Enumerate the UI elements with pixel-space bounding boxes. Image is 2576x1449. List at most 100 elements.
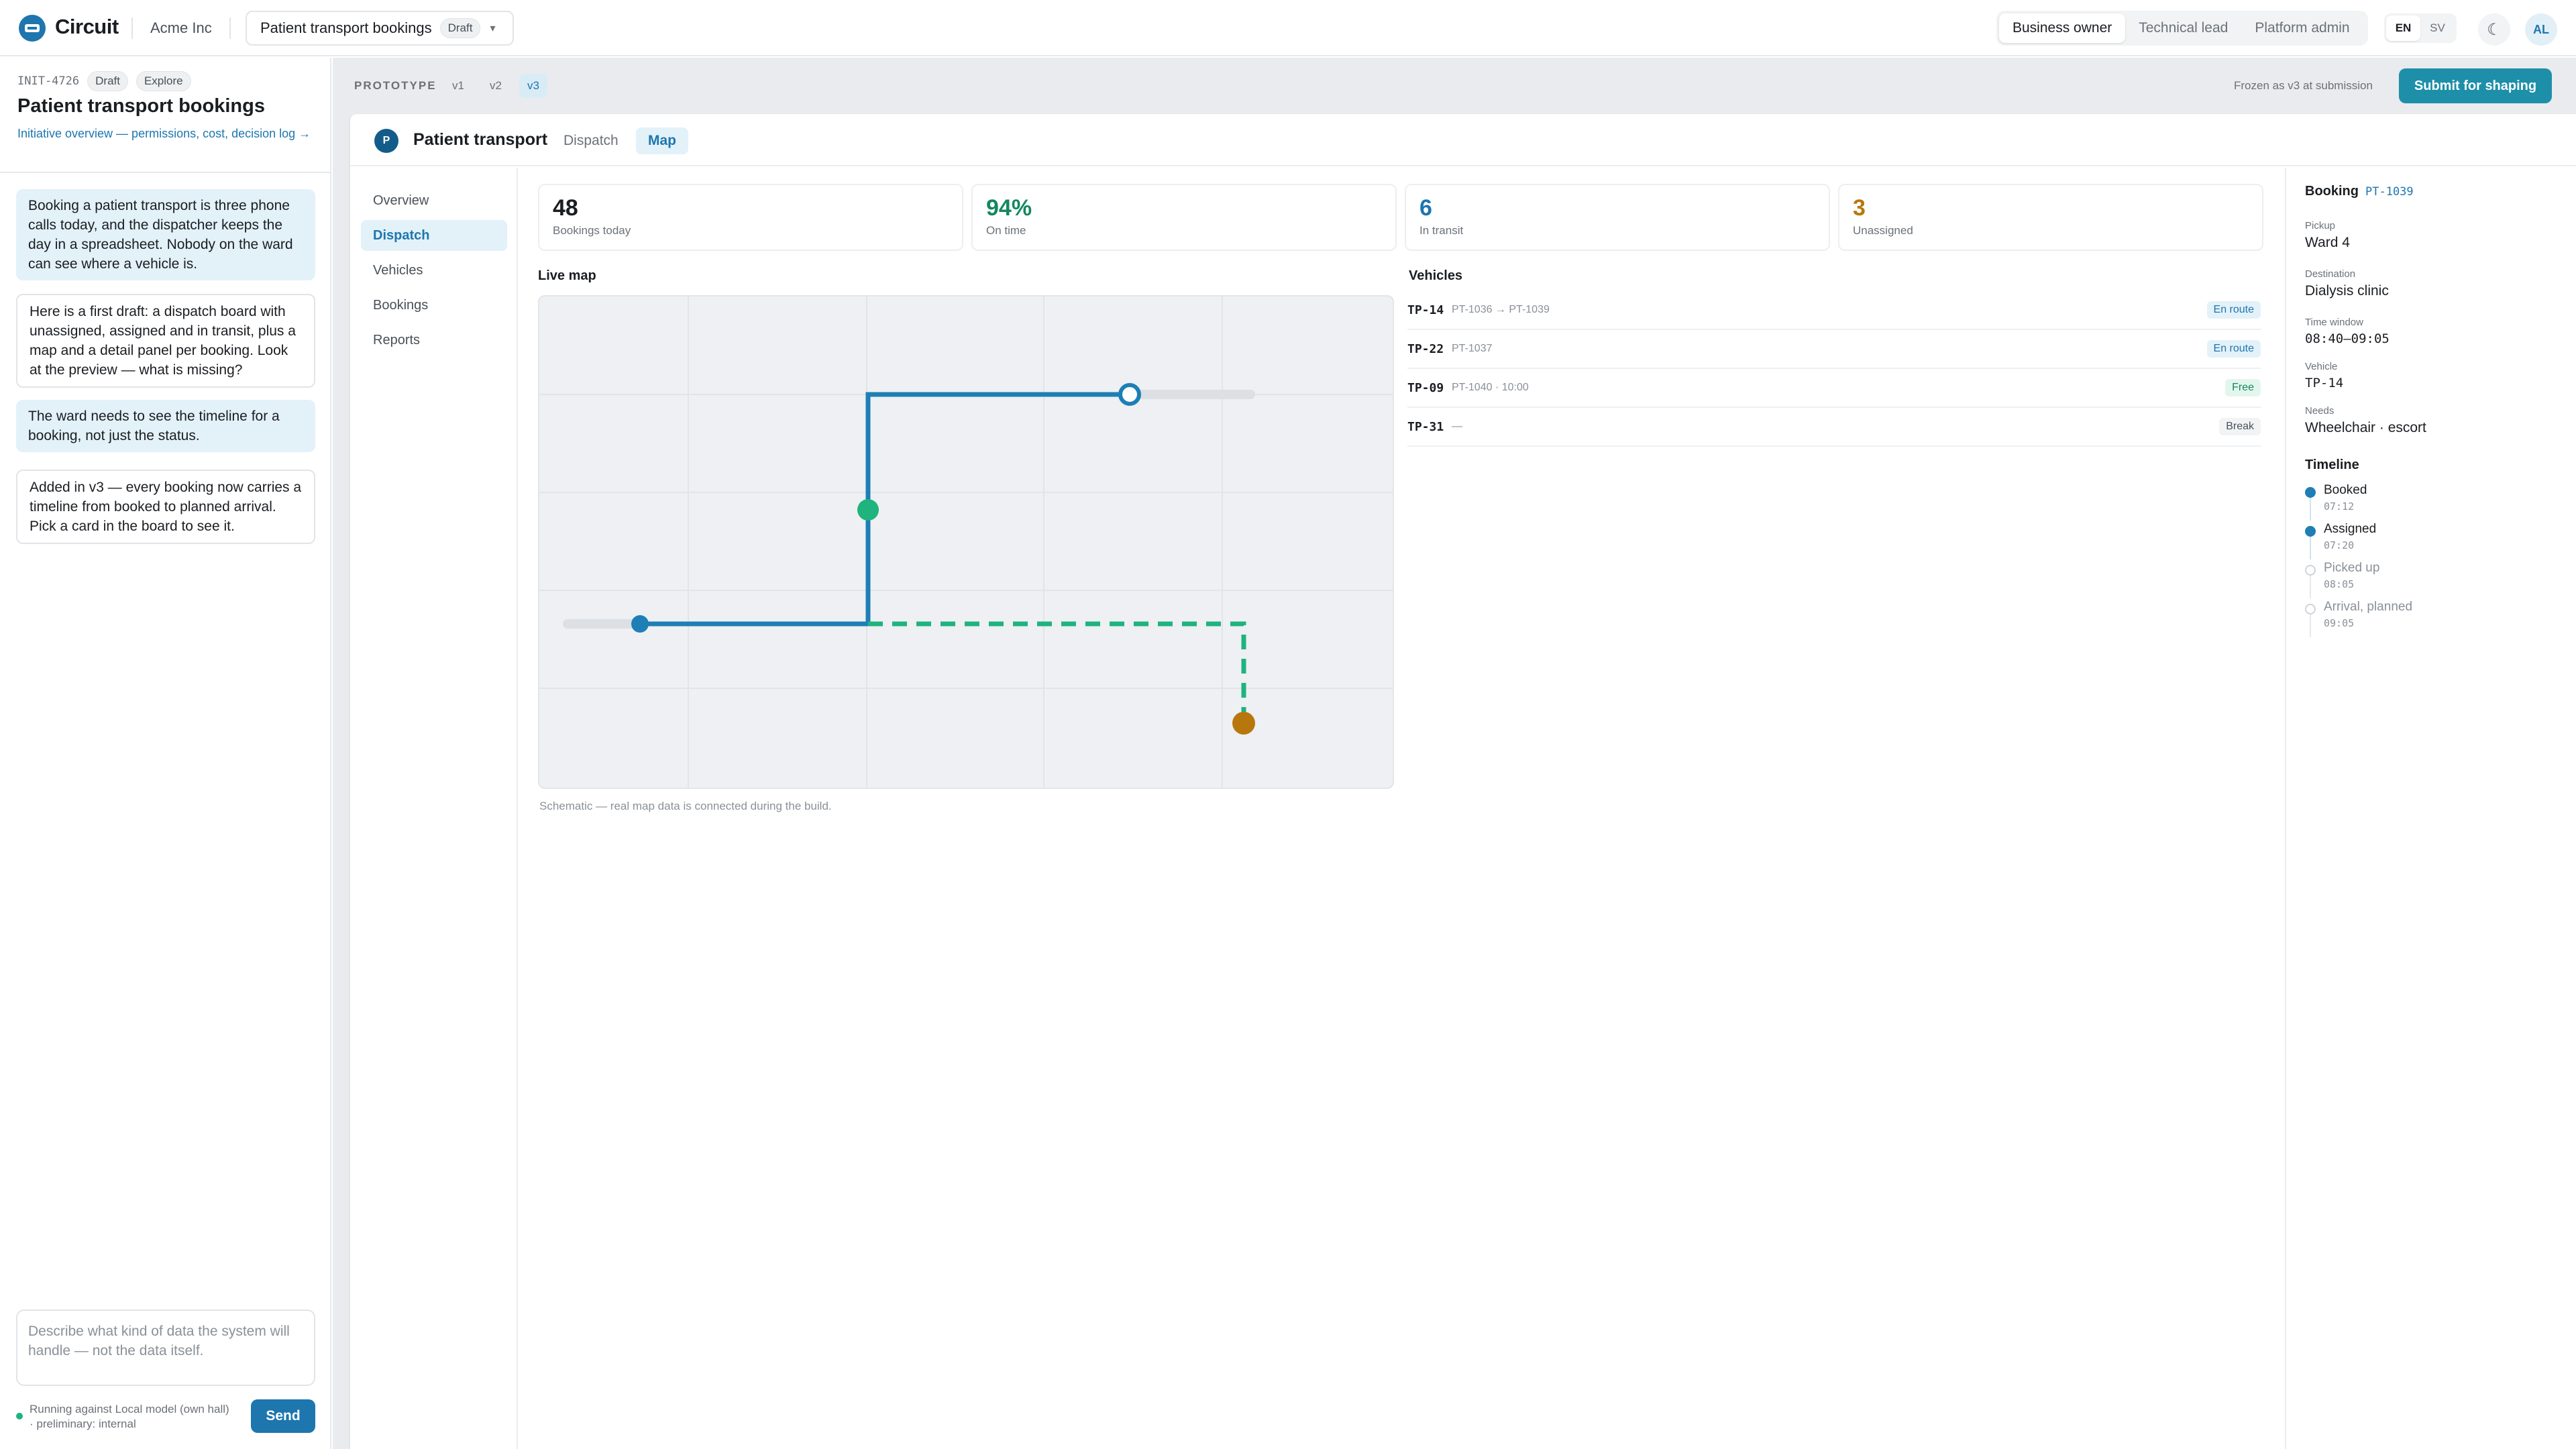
vehicle-id: TP-09 (1407, 380, 1444, 395)
role-platform-admin[interactable]: Platform admin (2241, 13, 2363, 43)
message-composer (16, 1309, 315, 1386)
role-technical-lead[interactable]: Technical lead (2125, 13, 2241, 43)
model-status: Running against Local model (own hall) ·… (30, 1403, 229, 1430)
vehicle-id: TP-14 (1407, 303, 1444, 317)
field-label: Needs (2305, 405, 2334, 417)
tab-dispatch[interactable]: Dispatch (551, 127, 631, 154)
timeline-step: Arrival, planned (2324, 600, 2413, 614)
kpi-card-in-transit: 6 In transit (1405, 184, 1830, 251)
message-input[interactable] (28, 1322, 303, 1374)
language-switcher: EN SV (2384, 13, 2457, 43)
vehicle-id: TP-22 (1407, 341, 1444, 356)
initiative-title: Patient transport bookings (17, 95, 265, 117)
tab-map[interactable]: Map (636, 127, 688, 154)
chat-message-user: Booking a patient transport is three pho… (16, 189, 315, 280)
timeline-time: 07:12 (2324, 500, 2355, 513)
timeline-title: Timeline (2305, 458, 2359, 472)
pickup-marker[interactable] (1118, 383, 1141, 406)
app-logo: P (374, 129, 398, 153)
frozen-note: Frozen as v3 at submission (2234, 79, 2373, 92)
initiative-meta: INIT-4726 Draft Explore (17, 71, 191, 91)
version-tab-v3[interactable]: v3 (519, 74, 547, 98)
kpi-value: 6 (1419, 195, 1432, 221)
prototype-preview: P Patient transport Dispatch Map Overvie… (350, 114, 2576, 1449)
timeline-dot-icon (2305, 526, 2316, 537)
chevron-down-icon: ▾ (490, 23, 496, 34)
sidebar-item-vehicles[interactable]: Vehicles (361, 255, 507, 286)
kpi-value: 94% (986, 195, 1032, 221)
field-value: Dialysis clinic (2305, 283, 2389, 299)
role-business-owner[interactable]: Business owner (1999, 13, 2126, 43)
status-badge: Break (2219, 418, 2261, 435)
send-button[interactable]: Send (251, 1399, 315, 1433)
version-tab-v2[interactable]: v2 (482, 74, 510, 98)
language-en[interactable]: EN (2386, 15, 2420, 41)
vehicle-row[interactable]: TP-22 PT-1037 En route (1407, 330, 2261, 369)
divider (131, 17, 133, 39)
kpi-label: On time (986, 224, 1026, 237)
chat-message-assistant: Here is a first draft: a dispatch board … (16, 294, 315, 388)
role-switcher: Business owner Technical lead Platform a… (1996, 11, 2368, 46)
sidebar-item-overview[interactable]: Overview (361, 185, 507, 216)
booking-id: PT-1039 (2365, 185, 2414, 199)
field-label: Time window (2305, 317, 2363, 328)
vehicle-row[interactable]: TP-14 PT-1036 → PT-1039 En route (1407, 291, 2261, 330)
vehicle-row[interactable]: TP-09 PT-1040 · 10:00 Free (1407, 369, 2261, 408)
initiative-stage-badge: Explore (136, 71, 191, 91)
field-value: Ward 4 (2305, 235, 2350, 250)
timeline-dot-icon (2305, 565, 2316, 576)
destination-marker[interactable] (1232, 712, 1255, 735)
kpi-card-unassigned: 3 Unassigned (1838, 184, 2263, 251)
map-grid (539, 297, 1393, 788)
kpi-label: Bookings today (553, 224, 631, 237)
sidebar-item-bookings[interactable]: Bookings (361, 290, 507, 321)
timeline-time: 07:20 (2324, 539, 2355, 551)
app-title: Patient transport (413, 130, 548, 149)
vehicle-detail: PT-1037 (1452, 343, 1493, 354)
booking-detail-panel: Booking PT-1039 Pickup Ward 4 Destinatio… (2285, 168, 2576, 1449)
kpi-label: In transit (1419, 224, 1464, 237)
app-header: P Patient transport Dispatch Map (350, 114, 2576, 166)
vehicle-row[interactable]: TP-31 — Break (1407, 408, 2261, 447)
start-point-marker[interactable] (631, 615, 649, 633)
version-tab-v1[interactable]: v1 (444, 74, 472, 98)
vehicle-detail: — (1452, 421, 1462, 432)
prototype-label: PROTOTYPE (354, 79, 437, 92)
vehicle-detail: PT-1040 · 10:00 (1452, 382, 1529, 393)
status-badge: En route (2206, 301, 2261, 319)
submit-for-shaping-button[interactable]: Submit for shaping (2399, 68, 2552, 103)
kpi-card-on-time: 94% On time (971, 184, 1397, 251)
avatar[interactable]: AL (2525, 13, 2557, 46)
sidebar-item-reports[interactable]: Reports (361, 325, 507, 356)
field-value: 08:40–09:05 (2305, 331, 2390, 346)
booking-heading: Booking (2305, 184, 2359, 199)
kpi-label: Unassigned (1853, 224, 1913, 237)
initiative-status-badge: Draft (87, 71, 128, 91)
vehicle-route-line (640, 392, 1130, 627)
vehicle-marker[interactable] (857, 499, 879, 521)
circuit-logo-icon (19, 15, 46, 42)
chat-message-assistant: Added in v3 — every booking now carries … (16, 470, 315, 544)
timeline-step: Booked (2324, 483, 2367, 497)
map-schematic (539, 297, 1393, 788)
timeline-step: Assigned (2324, 522, 2377, 536)
vehicle-id: TP-31 (1407, 419, 1444, 434)
timeline-time: 09:05 (2324, 617, 2355, 629)
field-value: Wheelchair · escort (2305, 420, 2426, 435)
top-bar: Circuit Acme Inc Patient transport booki… (0, 0, 2576, 56)
timeline-dot-icon (2305, 487, 2316, 498)
live-map-title: Live map (538, 268, 596, 283)
field-label: Destination (2305, 268, 2356, 280)
divider (0, 172, 330, 173)
sidebar-item-dispatch[interactable]: Dispatch (361, 220, 507, 251)
live-map[interactable] (538, 295, 1394, 789)
project-selector[interactable]: Patient transport bookings Draft ▾ (246, 11, 514, 46)
language-sv[interactable]: SV (2420, 15, 2455, 41)
initiative-id: INIT-4726 (17, 74, 80, 88)
initiative-overview-link[interactable]: Initiative overview — permissions, cost,… (17, 125, 319, 142)
org-name[interactable]: Acme Inc (150, 19, 212, 37)
chat-message-user: The ward needs to see the timeline for a… (16, 400, 315, 452)
planned-route-line (868, 621, 1246, 723)
moon-icon[interactable]: ☾ (2478, 13, 2510, 46)
field-label: Vehicle (2305, 361, 2338, 372)
